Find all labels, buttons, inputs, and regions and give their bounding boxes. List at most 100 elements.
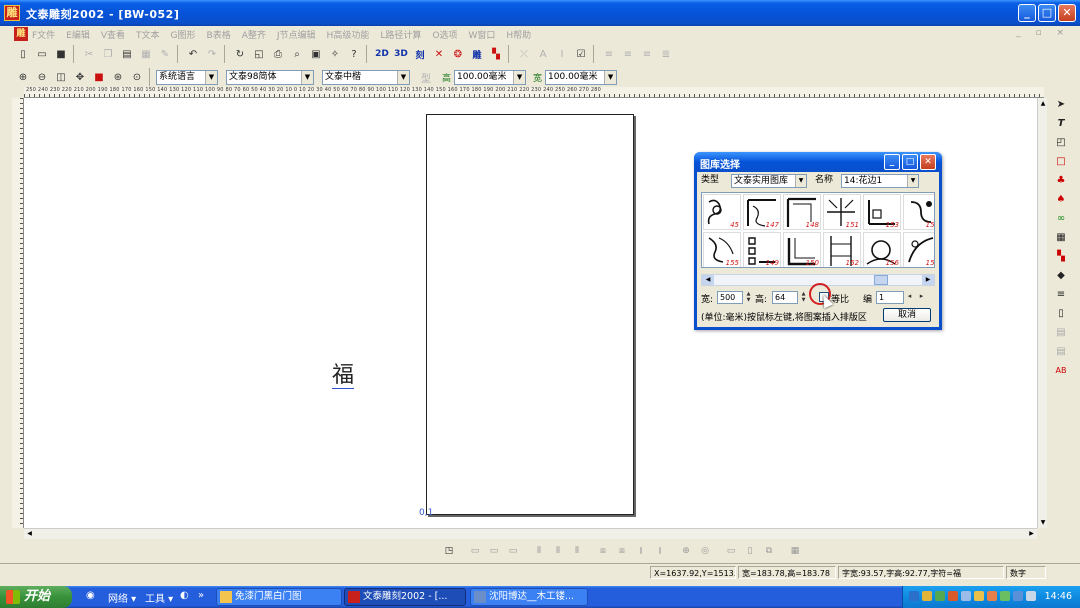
align-middle-icon[interactable]: ▭ bbox=[485, 543, 503, 560]
tray-app-icon[interactable] bbox=[1013, 591, 1023, 601]
menu-item[interactable]: W窗口 bbox=[468, 28, 495, 41]
rotate-icon[interactable]: ↻ bbox=[231, 45, 249, 63]
pattern-thumbnail[interactable]: 154 bbox=[903, 194, 934, 230]
scroll-up-icon[interactable]: ▲ bbox=[1038, 98, 1048, 109]
cancel-button[interactable]: 取消 bbox=[883, 308, 931, 322]
pattern-width-input[interactable]: 500 bbox=[717, 291, 743, 304]
space-horizontal-icon[interactable]: ⫾ bbox=[632, 543, 650, 560]
paste-special-icon[interactable]: ▦ bbox=[137, 45, 155, 63]
menu-item[interactable]: E编辑 bbox=[66, 28, 90, 41]
pattern-thumbnail[interactable]: 45 bbox=[703, 194, 741, 230]
library-type-select[interactable]: 文泰实用图库 ▼ bbox=[731, 174, 807, 188]
minimize-button[interactable]: _ bbox=[1018, 4, 1036, 22]
font-family-select[interactable]: 文泰98简体 ▼ bbox=[226, 69, 314, 85]
cut-icon[interactable]: ✂ bbox=[80, 45, 98, 63]
paint-bucket-icon[interactable]: ◆ bbox=[1053, 267, 1070, 283]
carve-icon[interactable]: 刻 bbox=[411, 45, 429, 63]
horizontal-scrollbar[interactable]: ◀ ▶ bbox=[24, 528, 1037, 539]
start-button[interactable]: 开始 bbox=[0, 586, 72, 608]
quicklaunch-network[interactable]: 网络 ▾ bbox=[108, 590, 136, 605]
scroll-left-icon[interactable]: ◀ bbox=[24, 529, 35, 539]
page-icon[interactable]: ▯ bbox=[1053, 305, 1070, 321]
task-browser[interactable]: 沈阳博达__木工镂... bbox=[470, 588, 588, 606]
dialog-minimize-button[interactable]: _ bbox=[884, 154, 900, 170]
same-width-icon[interactable]: ⧈ bbox=[594, 543, 612, 560]
layer-up-icon[interactable]: ▤ bbox=[1053, 324, 1070, 340]
menu-logo-icon[interactable]: 雕 bbox=[14, 27, 28, 41]
network-icon[interactable]: ◉ bbox=[86, 590, 95, 601]
close-button[interactable]: ✕ bbox=[1058, 4, 1076, 22]
dialog-maximize-button[interactable]: □ bbox=[902, 154, 918, 170]
redo-icon[interactable]: ↷ bbox=[203, 45, 221, 63]
dialog-title-bar[interactable]: 图库选择 _ □ ✕ bbox=[694, 152, 942, 172]
group-icon[interactable]: ⧉ bbox=[760, 543, 778, 560]
media-player-icon[interactable]: ◐ bbox=[180, 590, 189, 601]
chain-link-icon[interactable]: ∞ bbox=[1053, 210, 1070, 226]
tray-app-icon[interactable] bbox=[974, 591, 984, 601]
copy-icon[interactable]: ❐ bbox=[99, 45, 117, 63]
zoom-in-icon[interactable]: ⊕ bbox=[14, 68, 32, 86]
ime-icon[interactable] bbox=[909, 591, 919, 601]
type-button[interactable]: 型 bbox=[417, 68, 435, 86]
height-select[interactable]: 100.00毫米 ▼ bbox=[454, 69, 527, 85]
distribute-left-icon[interactable]: ⫴ bbox=[530, 543, 548, 560]
same-height-icon[interactable]: ⧈ bbox=[613, 543, 631, 560]
frame-icon[interactable]: ▣ bbox=[307, 45, 325, 63]
diao-carve-icon[interactable]: 雕 bbox=[468, 45, 486, 63]
scroll-right-icon[interactable]: ▶ bbox=[1026, 529, 1037, 539]
shape-edit-icon[interactable]: ◰ bbox=[1053, 134, 1070, 150]
text-a-icon[interactable]: A bbox=[534, 45, 552, 63]
pattern-icon[interactable]: ❂ bbox=[449, 45, 467, 63]
pattern-thumbnail[interactable]: 150 bbox=[783, 232, 821, 267]
zoom-page-icon[interactable]: ⊛ bbox=[109, 68, 127, 86]
scroll-down-icon[interactable]: ▼ bbox=[1038, 517, 1048, 528]
mdi-window-buttons[interactable]: _ ▫ × bbox=[1016, 28, 1070, 38]
zoom-all-icon[interactable]: ⊙ bbox=[128, 68, 146, 86]
italic-icon[interactable]: I bbox=[553, 45, 571, 63]
font-style-select[interactable]: 文泰中楷 ▼ bbox=[322, 69, 410, 85]
print-preview-icon[interactable]: ⌕ bbox=[288, 45, 306, 63]
cross-tool-icon[interactable]: ⤫ bbox=[515, 45, 533, 63]
2d-icon[interactable]: 2D bbox=[373, 45, 391, 63]
dialog-close-button[interactable]: ✕ bbox=[920, 154, 936, 170]
zoom-out-icon[interactable]: ⊖ bbox=[33, 68, 51, 86]
tip-bulb-icon[interactable]: ✧ bbox=[326, 45, 344, 63]
tray-app-icon[interactable] bbox=[922, 591, 932, 601]
zoom-fit-icon[interactable]: ◫ bbox=[52, 68, 70, 86]
align-right-icon[interactable]: ≡ bbox=[638, 45, 656, 63]
scroll-right-icon[interactable]: ▶ bbox=[922, 275, 934, 285]
pointer-arrow-icon[interactable]: ➤ bbox=[1053, 96, 1070, 112]
width-spinner[interactable]: ▲ ▼ bbox=[744, 291, 753, 304]
save-icon[interactable]: ■ bbox=[52, 45, 70, 63]
vertical-scrollbar[interactable]: ▲ ▼ bbox=[1037, 98, 1047, 528]
cherry-icon[interactable]: ♣ bbox=[1053, 172, 1070, 188]
menu-item[interactable]: H帮助 bbox=[506, 28, 531, 41]
menu-item[interactable]: T文本 bbox=[136, 28, 160, 41]
rectangle-icon[interactable]: □ bbox=[1053, 153, 1070, 169]
pattern-thumbnail[interactable]: 149 bbox=[743, 232, 781, 267]
tray-app-icon[interactable] bbox=[1026, 591, 1036, 601]
menu-item[interactable]: J节点编辑 bbox=[277, 28, 316, 41]
more-chevron-icon[interactable]: » bbox=[198, 590, 204, 601]
color-fill-icon[interactable]: ■ bbox=[90, 68, 108, 86]
menu-item[interactable]: O选项 bbox=[432, 28, 457, 41]
undo-icon[interactable]: ↶ bbox=[184, 45, 202, 63]
edit-box-icon[interactable]: ☑ bbox=[572, 45, 590, 63]
tray-app-icon[interactable] bbox=[1000, 591, 1010, 601]
number-next-icon[interactable]: ▸ bbox=[917, 293, 926, 306]
ab-text-icon[interactable]: AB bbox=[1053, 362, 1070, 378]
center-page-icon[interactable]: ⊕ bbox=[677, 543, 695, 560]
height-fit-icon[interactable]: ▯ bbox=[741, 543, 759, 560]
layout-page[interactable] bbox=[426, 114, 634, 515]
height-spinner[interactable]: ▲ ▼ bbox=[799, 291, 808, 304]
number-prev-icon[interactable]: ◂ bbox=[905, 293, 914, 306]
color-blocks-icon[interactable]: ▚ bbox=[487, 45, 505, 63]
library-name-select[interactable]: 14:花边1 ▼ bbox=[841, 174, 919, 188]
pattern-thumbnail[interactable]: 153 bbox=[863, 194, 901, 230]
maximize-button[interactable]: □ bbox=[1038, 4, 1056, 22]
layer-down-icon[interactable]: ▤ bbox=[1053, 343, 1070, 359]
new-file-icon[interactable]: ▯ bbox=[14, 45, 32, 63]
menu-item[interactable]: V查看 bbox=[101, 28, 125, 41]
align-bottom-icon[interactable]: ▭ bbox=[504, 543, 522, 560]
table-icon[interactable]: ▦ bbox=[1053, 229, 1070, 245]
